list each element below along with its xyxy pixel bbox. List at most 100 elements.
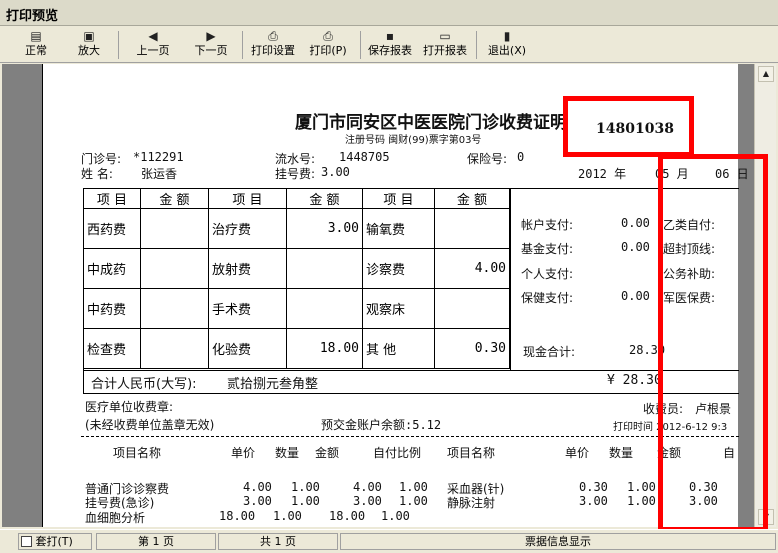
patient-name: 张运香 [141, 167, 178, 181]
header-cell: 项 目 [208, 188, 287, 209]
page-indicator: 第 1 页 [96, 533, 216, 550]
printer-setup-icon: ⎙ [268, 29, 278, 43]
table-row: 西药费 治疗费 3.00 输氧费 [83, 208, 510, 249]
toolbar-separator [476, 31, 477, 59]
open-report-button[interactable]: ▭ 打开报表 [418, 29, 472, 61]
fee-amount [286, 288, 363, 329]
prev-page-label: 上一页 [136, 44, 170, 57]
overlay-print-checkbox[interactable]: 套打(T) [18, 533, 92, 550]
fee-table: 项 目 金 额 项 目 金 额 项 目 金 额 西药费 治疗费 3.00 输氧费… [83, 188, 510, 369]
detail-header: 单价 [565, 446, 590, 460]
detail-header: 数量 [275, 446, 300, 460]
next-page-label: 下一页 [194, 44, 228, 57]
checkbox-icon[interactable] [21, 536, 32, 547]
payment-value: 0.00 [621, 240, 650, 254]
zoom-label: 放大 [78, 44, 100, 57]
scroll-up-arrow-icon[interactable]: ▲ [758, 66, 774, 82]
fee-amount [286, 248, 363, 289]
exit-button[interactable]: ▮ 退出(X) [482, 29, 532, 61]
open-report-label: 打开报表 [423, 44, 467, 57]
toolbar: ▤ 正常 ▣ 放大 ◀ 上一页 ▶ 下一页 ⎙ 打印设置 ⎙ 打印(P) ▪ 保… [0, 27, 778, 63]
fee-amount: 18.00 [286, 328, 363, 369]
detail-amount: 3.00 [353, 494, 382, 508]
table-row: 中药费 手术费 观察床 [83, 288, 510, 329]
toolbar-separator [360, 31, 361, 59]
header-cell: 金 额 [434, 188, 510, 209]
fee-item: 其 他 [362, 328, 435, 369]
fee-amount: 3.00 [286, 208, 363, 249]
status-info: 票据信息显示 [340, 533, 776, 550]
prev-page-button[interactable]: ◀ 上一页 [126, 29, 180, 61]
save-report-label: 保存报表 [368, 44, 412, 57]
detail-qty: 1.00 [627, 494, 656, 508]
fee-amount: 0.30 [434, 328, 510, 369]
detail-header: 数量 [609, 446, 634, 460]
detail-item-name: 静脉注射 [447, 496, 496, 510]
detail-ratio: 1.00 [381, 509, 410, 523]
fee-item: 手术费 [208, 288, 287, 329]
exit-label: 退出(X) [487, 44, 527, 57]
fee-item: 西药费 [83, 208, 141, 249]
clinic-no: *112291 [133, 150, 184, 164]
print-setup-button[interactable]: ⎙ 打印设置 [246, 29, 300, 61]
print-label: 打印(P) [309, 44, 347, 57]
fee-item: 观察床 [362, 288, 435, 329]
detail-qty: 1.00 [291, 494, 320, 508]
detail-qty: 1.00 [291, 480, 320, 494]
total-rmb-label: 合计人民币(大写): [91, 377, 197, 392]
print-button[interactable]: ⎙ 打印(P) [302, 29, 354, 61]
detail-price: 3.00 [579, 494, 608, 508]
zoom-icon: ▣ [83, 29, 95, 43]
detail-item-name: 血细胞分析 [85, 511, 146, 525]
header-cell: 金 额 [140, 188, 209, 209]
arrow-left-icon: ◀ [148, 29, 158, 43]
detail-ratio: 1.00 [399, 480, 428, 494]
payment-value: 0.00 [621, 216, 650, 230]
table-row: 中成药 放射费 诊察费 4.00 [83, 248, 510, 289]
header-cell: 项 目 [83, 188, 141, 209]
detail-header: 金额 [315, 446, 340, 460]
fee-table-header: 项 目 金 额 项 目 金 额 项 目 金 额 [83, 188, 510, 209]
payment-label: 个人支付: [521, 267, 574, 281]
invalid-note: (未经收费单位盖章无效) [85, 418, 215, 432]
detail-qty: 1.00 [627, 480, 656, 494]
normal-button[interactable]: ▤ 正常 [14, 29, 58, 61]
folder-open-icon: ▭ [439, 29, 451, 43]
total-pages: 共 1 页 [218, 533, 338, 550]
fee-item: 输氧费 [362, 208, 435, 249]
fee-amount [434, 208, 510, 249]
next-page-button[interactable]: ▶ 下一页 [184, 29, 238, 61]
insurance-number: 0 [517, 150, 525, 164]
total-rmb-amount: ¥ 28.30 [607, 373, 662, 388]
unit-stamp-label: 医疗单位收费章: [85, 400, 174, 414]
exit-door-icon: ▮ [503, 29, 511, 43]
header-cell: 项 目 [362, 188, 435, 209]
fee-item: 检查费 [83, 328, 141, 369]
total-divider [83, 370, 739, 371]
fee-amount [140, 248, 209, 289]
print-setup-label: 打印设置 [251, 44, 295, 57]
zoom-button[interactable]: ▣ 放大 [66, 29, 112, 61]
save-report-button[interactable]: ▪ 保存报表 [364, 29, 416, 61]
receipt-title: 厦门市同安区中医医院门诊收费证明 [295, 113, 567, 133]
floppy-disk-icon: ▪ [385, 29, 395, 43]
fee-amount [434, 288, 510, 329]
serial-number: 1448705 [339, 150, 390, 164]
detail-ratio: 1.00 [399, 494, 428, 508]
detail-qty: 1.00 [273, 509, 302, 523]
receipt-year: 2012 年 [578, 167, 627, 181]
window-title: 打印预览 [6, 9, 59, 24]
toolbar-separator [118, 31, 119, 59]
printer-icon: ⎙ [323, 29, 333, 43]
registration-number: 注册号码 闽财(99)票字第03号 [345, 135, 482, 146]
cash-total-label: 现金合计: [523, 345, 576, 359]
detail-header: 项目名称 [113, 446, 162, 460]
page-icon: ▤ [30, 29, 42, 43]
detail-header: 项目名称 [447, 446, 496, 460]
detail-header: 单价 [231, 446, 256, 460]
patient-name-label: 姓 名: [81, 167, 113, 181]
detail-header: 自付比例 [373, 446, 422, 460]
fee-item: 中成药 [83, 248, 141, 289]
detail-price: 3.00 [243, 494, 272, 508]
right-edge-highlight [658, 154, 768, 532]
